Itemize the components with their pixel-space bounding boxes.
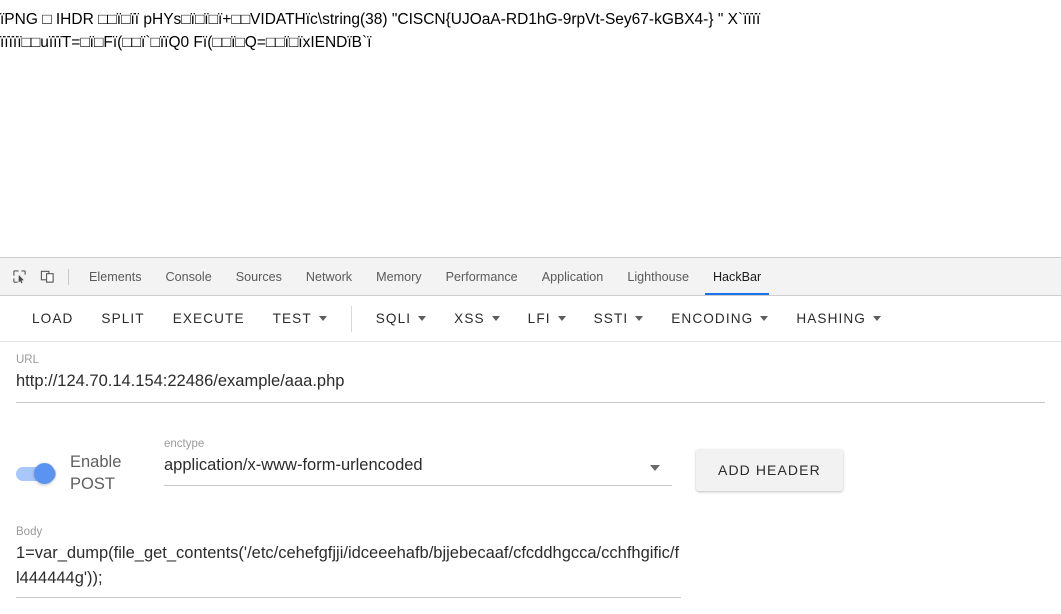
tab-network[interactable]: Network <box>294 258 364 295</box>
chevron-down-icon[interactable] <box>650 465 660 471</box>
hackbar-toolbar: LOAD SPLIT EXECUTE TEST SQLI XSS LFI SST… <box>0 296 1061 342</box>
button-label: TEST <box>272 311 312 326</box>
test-menu-button[interactable]: TEST <box>259 302 341 336</box>
load-button[interactable]: LOAD <box>18 302 87 336</box>
tab-memory[interactable]: Memory <box>364 258 433 295</box>
add-header-button[interactable]: ADD HEADER <box>696 449 843 491</box>
raw-output-line-1: ïPNG □ IHDR □□ï□ïï pHYs□ï□ï□ï+□□VIDATHïc… <box>0 11 761 28</box>
chevron-down-icon <box>491 316 500 321</box>
tab-hackbar[interactable]: HackBar <box>701 258 773 295</box>
devtools-tab-list: Elements Console Sources Network Memory … <box>77 258 773 295</box>
raw-output-line-2: ïïïïï□□uïïïT=□ï□Fï(□□ï`□ïïQ0 Fï(□□ï□Q=□□… <box>0 34 372 51</box>
xss-menu-button[interactable]: XSS <box>440 302 514 336</box>
url-underline <box>16 402 1045 403</box>
chevron-down-icon <box>418 316 427 321</box>
encoding-menu-button[interactable]: ENCODING <box>657 302 782 336</box>
enable-post-toggle[interactable]: Enable POST <box>16 437 164 495</box>
enctype-select[interactable]: application/x-www-form-urlencoded <box>164 453 672 478</box>
tab-application[interactable]: Application <box>530 258 616 295</box>
tab-lighthouse[interactable]: Lighthouse <box>615 258 701 295</box>
tab-label: Sources <box>235 269 282 284</box>
chevron-down-icon <box>318 316 327 321</box>
chevron-down-icon <box>635 316 644 321</box>
ssti-menu-button[interactable]: SSTI <box>580 302 658 336</box>
toggle-knob <box>34 462 55 484</box>
enctype-underline <box>164 485 672 486</box>
enable-post-label: Enable POST <box>70 453 122 493</box>
body-underline <box>16 597 681 598</box>
toolbar-divider <box>68 268 69 285</box>
tab-label: Network <box>305 269 353 284</box>
body-input[interactable]: 1=var_dump(file_get_contents('/etc/cehef… <box>16 541 681 591</box>
chevron-down-icon <box>557 316 566 321</box>
split-button[interactable]: SPLIT <box>87 302 158 336</box>
url-input[interactable]: http://124.70.14.154:22486/example/aaa.p… <box>16 369 1045 394</box>
button-label: SQLI <box>375 311 412 326</box>
tab-elements[interactable]: Elements <box>77 258 154 295</box>
execute-button[interactable]: EXECUTE <box>159 302 259 336</box>
sqli-menu-button[interactable]: SQLI <box>362 302 440 336</box>
tab-label: Application <box>541 269 604 284</box>
tab-console[interactable]: Console <box>154 258 224 295</box>
button-label: SPLIT <box>101 311 145 326</box>
url-field-group: URL http://124.70.14.154:22486/example/a… <box>0 343 1061 403</box>
hashing-menu-button[interactable]: HASHING <box>782 302 895 336</box>
inspect-element-icon[interactable] <box>6 264 32 290</box>
body-label: Body <box>16 526 43 538</box>
device-toolbar-icon[interactable] <box>34 264 60 290</box>
button-label: ENCODING <box>671 311 754 326</box>
tab-sources[interactable]: Sources <box>224 258 294 295</box>
hackbar-form: URL http://124.70.14.154:22486/example/a… <box>0 343 1061 614</box>
button-label: HASHING <box>796 311 866 326</box>
tab-performance[interactable]: Performance <box>434 258 530 295</box>
button-label: LOAD <box>32 311 74 326</box>
toolbar-divider <box>350 305 352 332</box>
page-raw-output: ïPNG □ IHDR □□ï□ïï pHYs□ï□ï□ï+□□VIDATHïc… <box>0 0 1061 257</box>
button-label: LFI <box>527 311 551 326</box>
enctype-label: enctype <box>164 438 205 450</box>
devtools-panel: Elements Console Sources Network Memory … <box>0 257 1061 614</box>
tab-label: Memory <box>376 269 422 284</box>
url-label: URL <box>16 354 40 366</box>
button-label: SSTI <box>593 311 629 326</box>
browser-window: ïPNG □ IHDR □□ï□ïï pHYs□ï□ï□ï+□□VIDATHïc… <box>0 0 1061 614</box>
button-label: XSS <box>454 311 485 326</box>
devtools-tabstrip: Elements Console Sources Network Memory … <box>0 258 1061 296</box>
toggle-switch-icon[interactable] <box>16 462 58 484</box>
add-header-wrap: ADD HEADER <box>696 437 843 491</box>
tab-label: Performance <box>445 269 518 284</box>
chevron-down-icon <box>872 316 881 321</box>
tab-label: Elements <box>89 269 142 284</box>
post-options-row: Enable POST enctype application/x-www-fo… <box>0 437 1061 495</box>
enctype-field-group[interactable]: enctype application/x-www-form-urlencode… <box>164 437 672 486</box>
body-field-group: Body 1=var_dump(file_get_contents('/etc/… <box>0 525 1061 598</box>
tab-label: Lighthouse <box>627 269 689 284</box>
tab-label: HackBar <box>712 269 762 284</box>
lfi-menu-button[interactable]: LFI <box>514 302 580 336</box>
tab-label: Console <box>165 269 212 284</box>
chevron-down-icon <box>760 316 769 321</box>
button-label: EXECUTE <box>172 311 245 326</box>
